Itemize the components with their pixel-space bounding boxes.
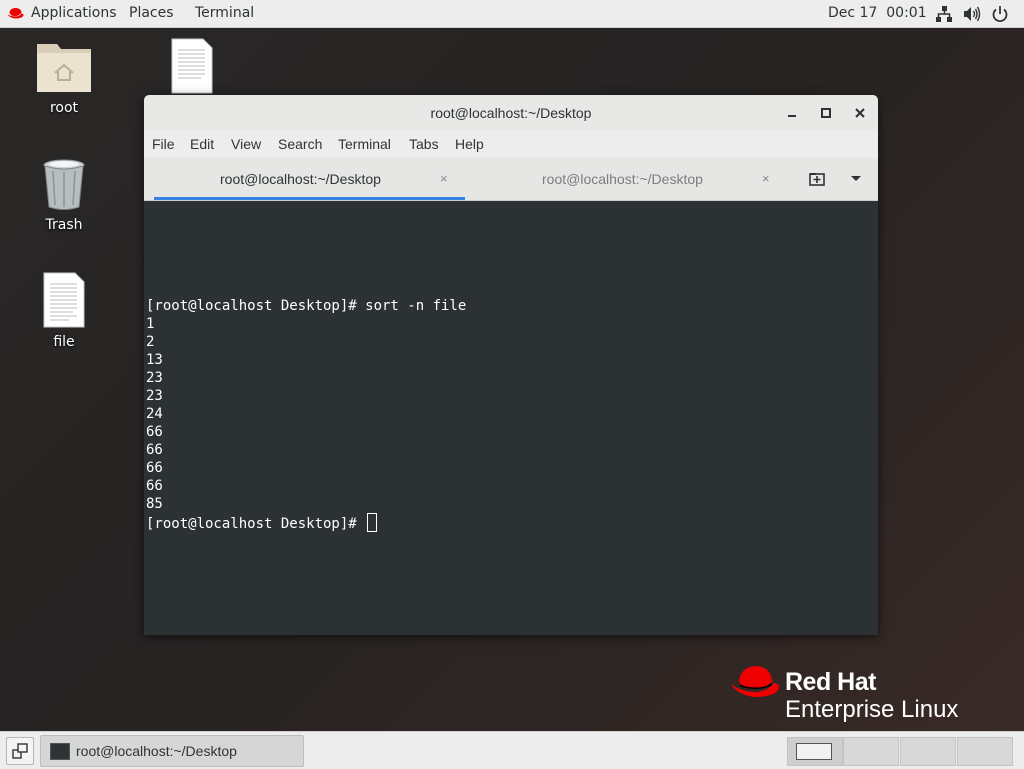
- applications-menu[interactable]: Applications: [31, 0, 117, 27]
- text-file-icon: [171, 38, 213, 94]
- taskbar-item-terminal[interactable]: root@localhost:~/Desktop: [40, 735, 304, 767]
- show-desktop-button[interactable]: [6, 737, 34, 765]
- terminal-line: [root@localhost Desktop]# sort -n file: [146, 298, 467, 314]
- terminal-line: 24: [146, 406, 163, 422]
- tab-label: root@localhost:~/Desktop: [220, 171, 381, 187]
- workspace-3[interactable]: [900, 737, 956, 766]
- tab-1[interactable]: root@localhost:~/Desktop ×: [154, 158, 465, 200]
- brand-line1: Red Hat: [785, 668, 876, 696]
- menu-file[interactable]: File: [152, 131, 175, 158]
- text-cursor: [367, 513, 378, 532]
- window-titlebar[interactable]: root@localhost:~/Desktop: [144, 95, 878, 132]
- terminal-icon: [50, 743, 70, 760]
- clock-time: 00:01: [886, 5, 927, 21]
- volume-icon[interactable]: [963, 5, 981, 23]
- terminal-app-menu[interactable]: Terminal: [195, 0, 254, 27]
- terminal-prompt-line: [root@localhost Desktop]#: [146, 513, 378, 532]
- redhat-logo-icon: [7, 8, 24, 19]
- places-menu[interactable]: Places: [129, 0, 174, 27]
- desktop-icon-file[interactable]: file: [24, 272, 104, 350]
- desktop-icon-label: file: [53, 334, 75, 350]
- tab-label: root@localhost:~/Desktop: [542, 171, 703, 187]
- chevron-down-icon[interactable]: [849, 173, 863, 185]
- text-file-icon: [43, 272, 85, 328]
- terminal-line: 66: [146, 460, 163, 476]
- menu-terminal[interactable]: Terminal: [338, 131, 391, 158]
- workspace-1[interactable]: [787, 737, 843, 766]
- tab-bar: root@localhost:~/Desktop × root@localhos…: [144, 158, 878, 201]
- terminal-line: 66: [146, 424, 163, 440]
- taskbar-item-label: root@localhost:~/Desktop: [76, 743, 237, 759]
- window-title: root@localhost:~/Desktop: [430, 105, 592, 121]
- menu-edit[interactable]: Edit: [190, 131, 214, 158]
- desktop-icon-label: root: [49, 100, 79, 116]
- trash-icon: [43, 159, 85, 210]
- active-tab-indicator: [154, 197, 465, 200]
- terminal-line: 66: [146, 478, 163, 494]
- window-menubar: File Edit View Search Terminal Tabs Help: [144, 131, 878, 158]
- terminal-line: 66: [146, 442, 163, 458]
- terminal-line: 85: [146, 496, 163, 512]
- menu-help[interactable]: Help: [455, 131, 484, 158]
- taskbar: root@localhost:~/Desktop: [0, 731, 1024, 769]
- network-icon[interactable]: [935, 5, 953, 23]
- tab-close-icon[interactable]: ×: [762, 158, 770, 200]
- menu-search[interactable]: Search: [278, 131, 322, 158]
- terminal-prompt: [root@localhost Desktop]#: [146, 516, 366, 532]
- show-desktop-icon: [12, 743, 28, 759]
- maximize-icon[interactable]: [817, 104, 835, 122]
- terminal-line: 13: [146, 352, 163, 368]
- top-bar: Applications Places Terminal Dec 17 00:0…: [0, 0, 1024, 28]
- tab-close-icon[interactable]: ×: [440, 158, 448, 200]
- menu-tabs[interactable]: Tabs: [409, 131, 439, 158]
- terminal-output[interactable]: [root@localhost Desktop]# sort -n file 1…: [144, 201, 878, 635]
- desktop-icon-document[interactable]: [152, 38, 232, 98]
- desktop-icon-trash[interactable]: Trash: [24, 157, 104, 233]
- desktop-icon-label: Trash: [45, 217, 83, 233]
- workspace-4[interactable]: [957, 737, 1013, 766]
- workspace-2[interactable]: [843, 737, 899, 766]
- terminal-line: 2: [146, 334, 155, 350]
- power-icon[interactable]: [991, 5, 1009, 23]
- menu-view[interactable]: View: [231, 131, 261, 158]
- clock-date: Dec 17: [828, 5, 878, 21]
- redhat-logo-icon: [731, 666, 779, 697]
- new-tab-icon[interactable]: [808, 170, 826, 188]
- terminal-window[interactable]: root@localhost:~/Desktop File Edit View …: [144, 95, 878, 635]
- tab-2[interactable]: root@localhost:~/Desktop ×: [474, 158, 784, 200]
- minimize-icon[interactable]: [783, 104, 801, 122]
- close-icon[interactable]: [851, 104, 869, 122]
- terminal-line: 23: [146, 388, 163, 404]
- desktop-icon-root[interactable]: root: [24, 38, 104, 116]
- clock[interactable]: Dec 17 00:01: [828, 0, 927, 27]
- terminal-line: 23: [146, 370, 163, 386]
- brand-line2: Enterprise Linux: [785, 696, 959, 723]
- workspace-window-thumb: [796, 743, 832, 760]
- terminal-line: 1: [146, 316, 155, 332]
- home-folder-icon: [37, 44, 91, 92]
